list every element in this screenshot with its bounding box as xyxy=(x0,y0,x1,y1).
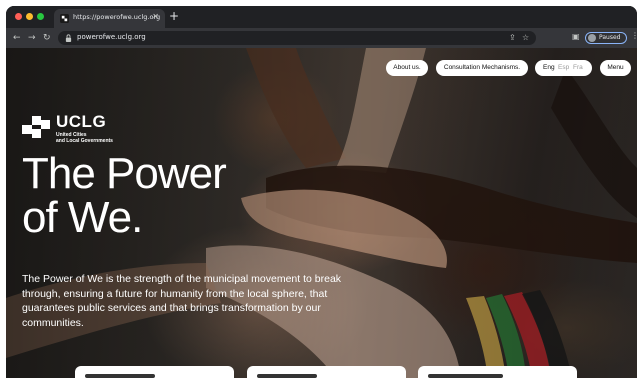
url-text: powerofwe.uclg.org xyxy=(77,33,146,41)
feature-card[interactable] xyxy=(247,366,406,378)
card-heading xyxy=(257,374,317,378)
card-heading xyxy=(428,374,503,378)
lock-icon xyxy=(65,34,72,42)
feature-card[interactable] xyxy=(75,366,234,378)
back-button[interactable]: ← xyxy=(13,31,21,45)
browser-menu-icon[interactable]: ⋮ xyxy=(631,31,637,40)
share-icon[interactable]: ⇪ xyxy=(509,33,516,42)
close-window-button[interactable] xyxy=(15,13,22,20)
browser-tab[interactable]: https://powerofwe.uclg.org ✕ xyxy=(54,9,165,28)
page-title-line2: of We. xyxy=(22,193,143,242)
forward-button[interactable]: → xyxy=(28,31,36,45)
uclg-logo-icon[interactable] xyxy=(22,116,50,138)
language-eng[interactable]: Eng xyxy=(543,60,555,76)
page-title: The Power of We. xyxy=(22,149,227,242)
logo-subtitle-line2: and Local Governments xyxy=(56,138,113,144)
tab-strip: https://powerofwe.uclg.org ✕ + xyxy=(6,6,637,28)
site-favicon-icon xyxy=(60,14,69,23)
page-viewport: About us. Consultation Mechanisms. Eng E… xyxy=(6,48,637,378)
profile-button[interactable]: Paused xyxy=(585,32,627,44)
minimize-window-button[interactable] xyxy=(26,13,33,20)
profile-status: Paused xyxy=(599,34,621,41)
bookmark-star-icon[interactable]: ☆ xyxy=(522,33,529,42)
tab-close-icon[interactable]: ✕ xyxy=(152,12,159,21)
feature-card[interactable] xyxy=(418,366,577,378)
consultation-mechanisms-button[interactable]: Consultation Mechanisms. xyxy=(436,60,528,76)
about-us-button[interactable]: About us. xyxy=(386,60,428,76)
menu-button[interactable]: Menu xyxy=(600,60,631,76)
card-heading xyxy=(85,374,155,378)
logo-subtitle: United Cities and Local Governments xyxy=(56,132,113,144)
new-tab-button[interactable]: + xyxy=(169,9,179,23)
page-title-line1: The Power xyxy=(22,149,227,198)
language-esp[interactable]: Esp xyxy=(558,60,569,76)
maximize-window-button[interactable] xyxy=(37,13,44,20)
language-switcher: Eng Esp Fra xyxy=(535,60,592,76)
avatar xyxy=(588,34,596,42)
browser-toolbar: ← → ↻ powerofwe.uclg.org ⇪ ☆ ▣ Paused ⋮ xyxy=(6,28,637,48)
language-fra[interactable]: Fra xyxy=(573,60,583,76)
address-bar[interactable]: powerofwe.uclg.org ⇪ ☆ xyxy=(58,31,536,45)
side-panel-icon[interactable]: ▣ xyxy=(572,32,580,41)
reload-button[interactable]: ↻ xyxy=(43,31,51,45)
logo-wordmark[interactable]: UCLG xyxy=(56,112,106,132)
tab-title: https://powerofwe.uclg.org xyxy=(73,13,161,21)
browser-window: https://powerofwe.uclg.org ✕ + ← → ↻ pow… xyxy=(6,6,637,378)
hero-description: The Power of We is the strength of the m… xyxy=(22,273,342,329)
